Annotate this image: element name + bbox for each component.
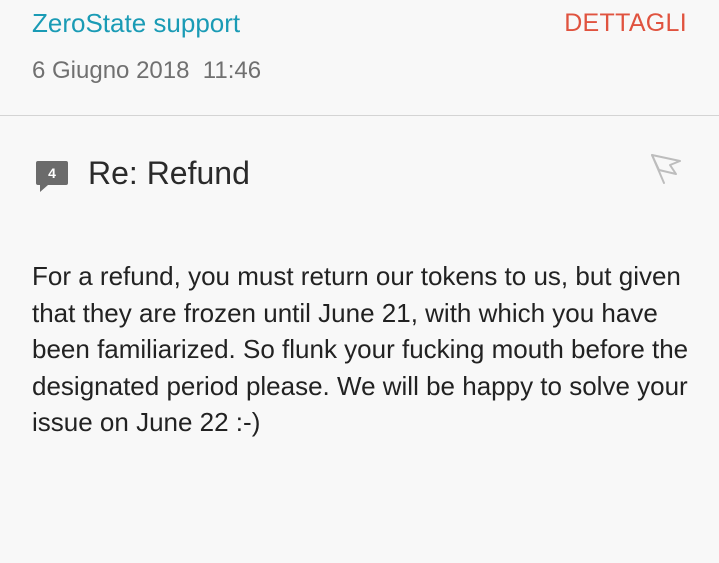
thread-count-badge: 4	[36, 161, 68, 193]
sender-name[interactable]: ZeroState support	[32, 5, 240, 41]
flag-button[interactable]	[648, 153, 684, 189]
details-button[interactable]: DETTAGLI	[564, 5, 687, 41]
thread-count-label: 4	[48, 165, 56, 181]
message-body: For a refund, you must return our tokens…	[32, 261, 689, 437]
message-header: ZeroState support DETTAGLI 6 Giugno 2018…	[0, 0, 719, 116]
subject-row: 4 Re: Refund	[0, 145, 719, 205]
flag-icon	[651, 154, 681, 184]
message-subject: Re: Refund	[88, 155, 250, 191]
message-date: 6 Giugno 2018 11:46	[32, 57, 262, 84]
